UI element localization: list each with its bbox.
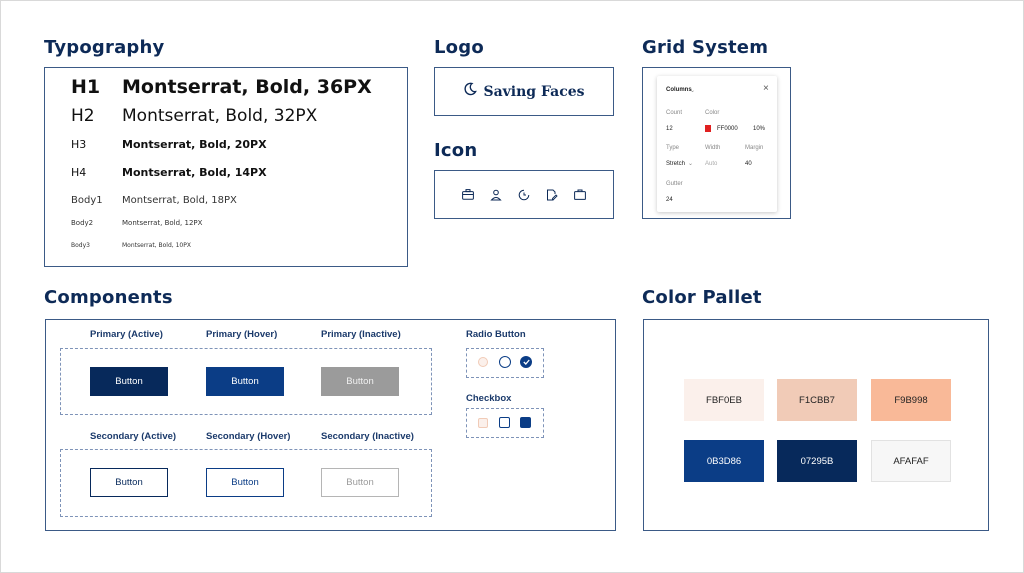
swatch-fbf0eb: FBF0EB <box>684 379 764 421</box>
primary-hover-button[interactable]: Button <box>206 367 284 396</box>
count-input[interactable]: 12 <box>666 126 673 132</box>
color-opacity-input[interactable]: 10% <box>753 126 765 132</box>
checkbox-unchecked[interactable] <box>499 417 510 428</box>
typo-tag: Body1 <box>71 195 103 206</box>
typo-sample: Montserrat, Bold, 10PX <box>122 242 191 249</box>
primary-active-label: Primary (Active) <box>90 329 163 340</box>
checkbox-checked[interactable] <box>520 417 531 428</box>
gutter-label: Gutter <box>666 181 683 187</box>
typo-sample: Montserrat, Bold, 32PX <box>122 106 318 126</box>
icon-panel <box>434 170 614 219</box>
secondary-hover-label: Secondary (Hover) <box>206 431 291 442</box>
secondary-active-label: Secondary (Active) <box>90 431 177 442</box>
typography-title: Typography <box>44 37 165 58</box>
swatch-0b3d86: 0B3D86 <box>684 440 764 482</box>
type-select[interactable]: Stretch <box>666 161 685 167</box>
brand-name: Saving Faces <box>483 83 585 100</box>
swatch-afafaf: AFAFAF <box>871 440 951 482</box>
color-swatch[interactable] <box>705 125 711 132</box>
typo-sample: Montserrat, Bold, 12PX <box>122 219 203 227</box>
type-label: Type <box>666 145 680 151</box>
columns-dropdown[interactable]: Columns <box>666 87 692 93</box>
brand-logo: Saving Faces <box>435 68 613 115</box>
swatch-07295b: 07295B <box>777 440 857 482</box>
primary-inactive-button[interactable]: Button <box>321 367 399 396</box>
color-pallet-panel: FBF0EB F1CBB7 F9B998 0B3D86 07295B AFAFA… <box>643 319 989 531</box>
close-icon[interactable]: × <box>763 83 769 94</box>
secondary-active-button[interactable]: Button <box>90 468 168 497</box>
primary-active-button[interactable]: Button <box>90 367 168 396</box>
swatch-f9b998: F9B998 <box>871 379 951 421</box>
typo-sample: Montserrat, Bold, 20PX <box>122 138 267 151</box>
components-title: Components <box>44 287 173 308</box>
swatch-f1cbb7: F1CBB7 <box>777 379 857 421</box>
document-edit-icon <box>545 188 559 202</box>
user-icon <box>489 188 503 202</box>
typo-tag: Body2 <box>71 219 94 227</box>
secondary-inactive-button[interactable]: Button <box>321 468 399 497</box>
bag-icon <box>573 188 587 202</box>
checkbox-label: Checkbox <box>466 393 512 404</box>
secondary-hover-button[interactable]: Button <box>206 468 284 497</box>
typo-sample: Montserrat, Bold, 18PX <box>122 195 237 206</box>
radio-unchecked-disabled[interactable] <box>478 357 488 367</box>
color-pallet-title: Color Pallet <box>642 287 762 308</box>
radio-checked[interactable] <box>520 356 532 368</box>
chevron-down-icon: ⌄ <box>688 161 694 167</box>
width-input[interactable]: Auto <box>705 161 717 167</box>
checkbox-disabled[interactable] <box>478 418 488 428</box>
primary-inactive-label: Primary (Inactive) <box>321 329 401 340</box>
color-hex-input[interactable]: FF0000 <box>717 126 738 132</box>
margin-label: Margin <box>745 145 764 151</box>
radio-unchecked[interactable] <box>499 356 511 368</box>
typography-panel: H1 Montserrat, Bold, 36PX H2 Montserrat,… <box>44 67 408 267</box>
check-icon <box>522 359 530 365</box>
icon-title: Icon <box>434 140 478 161</box>
typo-sample: Montserrat, Bold, 36PX <box>122 76 372 98</box>
typo-tag: H1 <box>71 76 101 98</box>
width-label: Width <box>705 145 721 151</box>
components-panel: Primary (Active) Primary (Hover) Primary… <box>45 319 616 531</box>
radio-button-label: Radio Button <box>466 329 526 340</box>
gutter-input[interactable]: 24 <box>666 197 673 203</box>
logo-title: Logo <box>434 37 484 58</box>
chevron-down-icon: ⌄ <box>690 88 696 94</box>
typo-tag: H3 <box>71 138 87 151</box>
moon-icon <box>463 82 478 101</box>
briefcase-icon <box>461 188 475 202</box>
typo-tag: H2 <box>71 106 95 126</box>
secondary-inactive-label: Secondary (Inactive) <box>321 431 414 442</box>
primary-hover-label: Primary (Hover) <box>206 329 278 340</box>
typo-tag: H4 <box>71 166 87 179</box>
count-label: Count <box>666 110 683 116</box>
grid-system-title: Grid System <box>642 37 769 58</box>
clock-icon <box>517 188 531 202</box>
margin-input[interactable]: 40 <box>745 161 752 167</box>
color-label: Color <box>705 110 720 116</box>
layout-grid-popover: Columns ⌄ × Count 12 Color FF0000 10% Ty… <box>657 76 777 212</box>
typo-sample: Montserrat, Bold, 14PX <box>122 166 267 179</box>
typo-tag: Body3 <box>71 242 90 249</box>
logo-panel: Saving Faces <box>434 67 614 116</box>
grid-system-panel: Columns ⌄ × Count 12 Color FF0000 10% Ty… <box>642 67 791 219</box>
